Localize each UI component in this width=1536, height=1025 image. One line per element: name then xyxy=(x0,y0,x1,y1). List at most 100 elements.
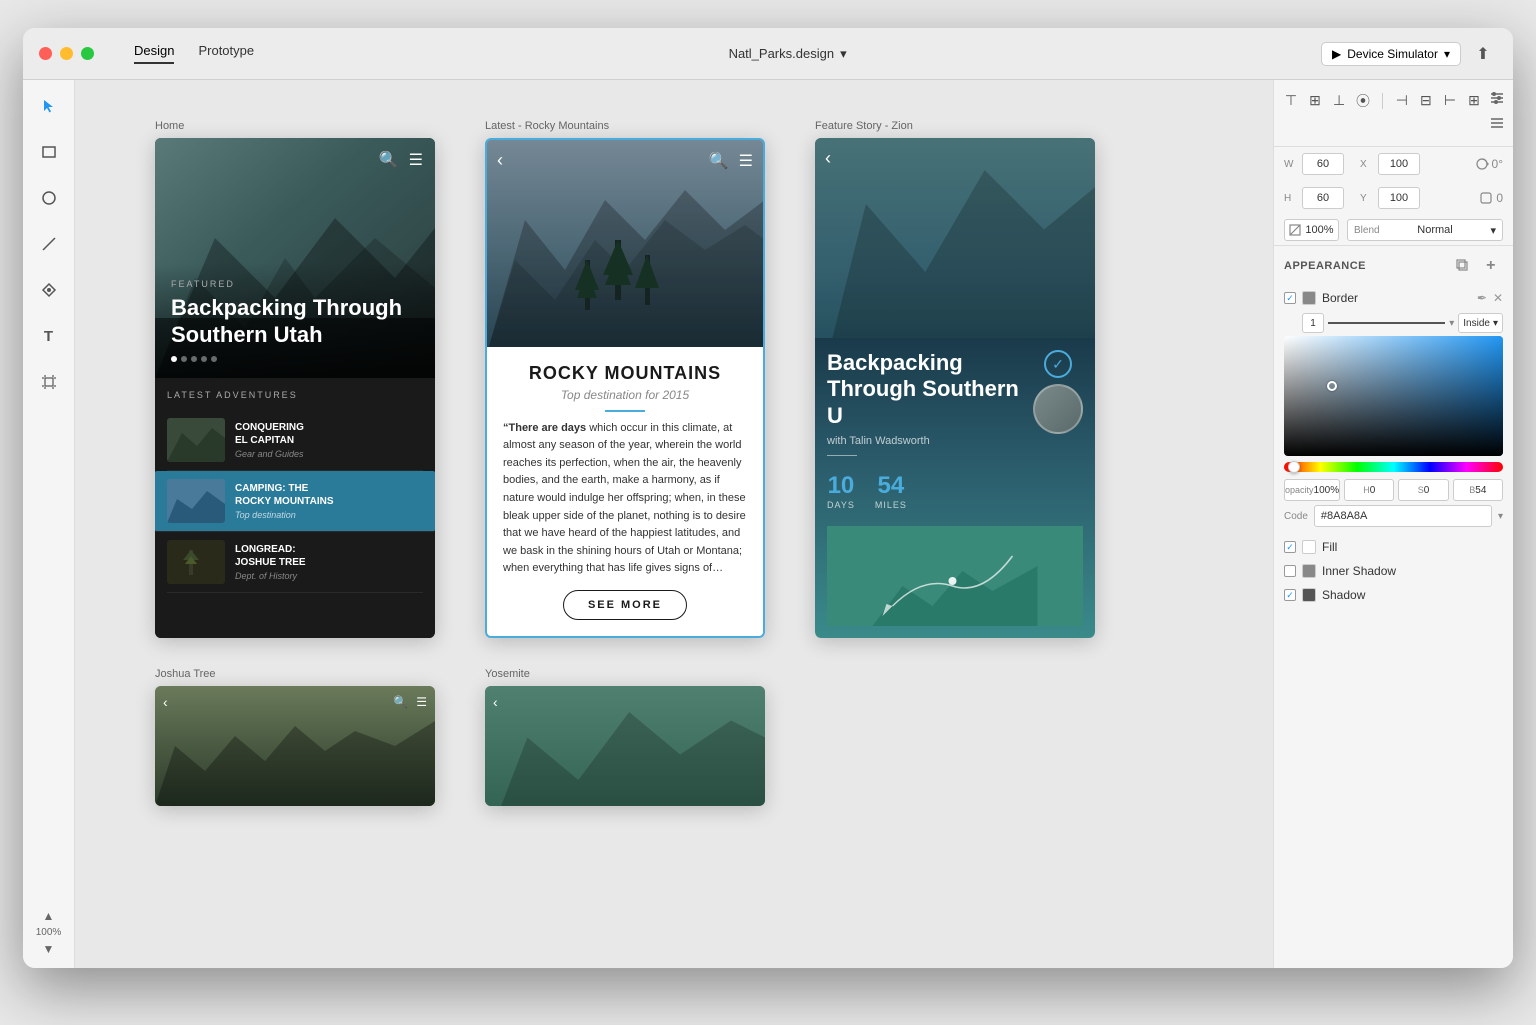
color-picker-cursor[interactable] xyxy=(1327,381,1337,391)
appearance-add-icon[interactable]: + xyxy=(1479,254,1503,278)
adventure-item-3[interactable]: LONGREAD:JOSHUE TREE Dept. of History xyxy=(167,532,423,593)
panel-options-icon[interactable] xyxy=(1489,90,1505,111)
align-bottom-icon[interactable]: ⊥ xyxy=(1330,92,1348,109)
align-left-icon[interactable]: ⊣ xyxy=(1393,92,1411,109)
align-top-icon[interactable]: ⊤ xyxy=(1282,92,1300,109)
share-button[interactable]: ⬆ xyxy=(1469,40,1497,68)
adventure-item-2[interactable]: CAMPING: THEROCKY MOUNTAINS Top destinat… xyxy=(155,471,435,532)
joshua-search-icon[interactable]: 🔍 xyxy=(393,695,408,709)
feature-back-button[interactable]: ‹ xyxy=(825,148,831,169)
feature-sub: with Talin Wadsworth xyxy=(827,435,1033,447)
joshua-bottom-nav: ‹ 🔍 ☰ xyxy=(163,694,427,710)
maximize-button[interactable] xyxy=(81,47,94,60)
rocky-menu-icon[interactable]: ☰ xyxy=(739,151,753,171)
left-toolbar: T ▲ 100% ▼ xyxy=(23,80,75,968)
panel-adjust-icon[interactable] xyxy=(1489,115,1505,136)
tab-design[interactable]: Design xyxy=(134,43,174,64)
rocky-search-icon[interactable]: 🔍 xyxy=(709,151,729,171)
inner-shadow-color-swatch[interactable] xyxy=(1302,564,1316,578)
fill-item: ✓ Fill xyxy=(1274,535,1513,559)
file-name: Natl_Parks.design xyxy=(729,46,835,61)
align-middle-icon[interactable]: ⊞ xyxy=(1306,92,1324,109)
h-value: 0 xyxy=(1370,485,1376,496)
border-checkbox[interactable]: ✓ xyxy=(1284,292,1296,304)
fill-checkbox[interactable]: ✓ xyxy=(1284,541,1296,553)
zoom-down[interactable]: ▼ xyxy=(43,942,55,956)
menu-icon[interactable]: ☰ xyxy=(409,150,423,170)
corners-control[interactable]: 0 xyxy=(1479,191,1503,205)
oval-tool[interactable] xyxy=(35,184,63,212)
feature-phone-screen: ‹ Backpacking Through Southern U with Ta… xyxy=(815,138,1095,638)
h-input[interactable]: H 0 xyxy=(1344,479,1394,501)
adventure-thumb-3 xyxy=(167,540,225,584)
artboard-tool[interactable] xyxy=(35,368,63,396)
hue-slider[interactable] xyxy=(1284,462,1503,472)
border-position-select[interactable]: Inside ▾ xyxy=(1458,313,1503,333)
rocky-phone-screen: ‹ 🔍 ☰ ROCKY MOUNTAINS Top destination fo… xyxy=(485,138,765,638)
fill-color-swatch[interactable] xyxy=(1302,540,1316,554)
border-color-swatch[interactable] xyxy=(1302,291,1316,305)
hue-cursor[interactable] xyxy=(1288,461,1300,473)
distribute-horiz-icon[interactable]: ⊞ xyxy=(1465,92,1483,109)
rotation-control[interactable]: 0° xyxy=(1475,157,1503,171)
cursor-tool[interactable] xyxy=(35,92,63,120)
color-gradient[interactable] xyxy=(1284,336,1503,456)
text-tool[interactable]: T xyxy=(35,322,63,350)
opacity-pct-input[interactable]: opacity 100% xyxy=(1284,479,1340,501)
shadow-color-swatch[interactable] xyxy=(1302,588,1316,602)
x-input[interactable]: 100 xyxy=(1378,153,1420,175)
rocky-quote-bold: “There are days xyxy=(503,422,586,434)
miles-value: 54 xyxy=(875,472,907,500)
hero-title: Backpacking Through Southern Utah xyxy=(171,295,419,348)
pen-tool[interactable] xyxy=(35,276,63,304)
canvas-area[interactable]: Home xyxy=(75,80,1273,968)
feature-map-section xyxy=(827,526,1083,626)
search-icon[interactable]: 🔍 xyxy=(379,150,399,170)
days-value: 10 xyxy=(827,472,855,500)
b-input[interactable]: B 54 xyxy=(1453,479,1503,501)
border-dropdown-arrow[interactable]: ▾ xyxy=(1449,318,1454,329)
shadow-checkbox[interactable]: ✓ xyxy=(1284,589,1296,601)
device-simulator-button[interactable]: ▶ Device Simulator ▾ xyxy=(1321,42,1461,66)
blend-dropdown-arrow: ▾ xyxy=(1490,224,1496,237)
joshua-phone-label: Joshua Tree xyxy=(155,668,216,680)
appearance-copy-icon[interactable] xyxy=(1451,254,1475,278)
zoom-up[interactable]: ▲ xyxy=(43,909,55,923)
yosemite-back-button[interactable]: ‹ xyxy=(493,694,498,710)
app-window: Design Prototype Natl_Parks.design ▾ ▶ D… xyxy=(23,28,1513,968)
appearance-actions: + xyxy=(1451,254,1503,278)
dot-1 xyxy=(171,356,177,362)
align-right-icon[interactable]: ⊢ xyxy=(1441,92,1459,109)
joshua-menu-icon[interactable]: ☰ xyxy=(416,695,427,709)
adventure-item-1[interactable]: CONQUERINGEL CAPITAN Gear and Guides xyxy=(167,410,423,471)
color-code-input[interactable]: #8A8A8A xyxy=(1314,505,1492,527)
align-center-icon[interactable]: ⊟ xyxy=(1417,92,1435,109)
zoom-level: 100% xyxy=(36,927,62,938)
see-more-button[interactable]: SEE MORE xyxy=(563,590,687,620)
rocky-nav-icons: 🔍 ☰ xyxy=(709,151,753,171)
feature-content: Backpacking Through Southern U with Tali… xyxy=(815,338,1095,638)
adventure-thumb-2 xyxy=(167,479,225,523)
line-tool[interactable] xyxy=(35,230,63,258)
code-label: Code xyxy=(1284,511,1308,522)
color-code-dropdown[interactable]: ▾ xyxy=(1498,511,1503,522)
joshua-back-button[interactable]: ‹ xyxy=(163,694,168,710)
distribute-vert-icon[interactable]: ⦿ xyxy=(1354,91,1372,111)
adventure-sub-3: Dept. of History xyxy=(235,571,423,581)
close-button[interactable] xyxy=(39,47,52,60)
rectangle-tool[interactable] xyxy=(35,138,63,166)
inner-shadow-checkbox[interactable] xyxy=(1284,565,1296,577)
border-eyedropper[interactable]: ✒ xyxy=(1477,291,1487,305)
border-delete[interactable]: ✕ xyxy=(1493,291,1503,305)
tab-prototype[interactable]: Prototype xyxy=(198,43,254,64)
back-button[interactable]: ‹ xyxy=(497,150,503,171)
check-icon: ✓ xyxy=(1044,350,1072,378)
minimize-button[interactable] xyxy=(60,47,73,60)
blend-select[interactable]: Blend Normal ▾ xyxy=(1347,219,1503,241)
border-thickness-input[interactable]: 1 xyxy=(1302,313,1324,333)
opacity-input[interactable]: 100% xyxy=(1284,219,1339,241)
s-input[interactable]: S 0 xyxy=(1398,479,1448,501)
y-input[interactable]: 100 xyxy=(1378,187,1420,209)
w-input[interactable]: 60 xyxy=(1302,153,1344,175)
h-input[interactable]: 60 xyxy=(1302,187,1344,209)
